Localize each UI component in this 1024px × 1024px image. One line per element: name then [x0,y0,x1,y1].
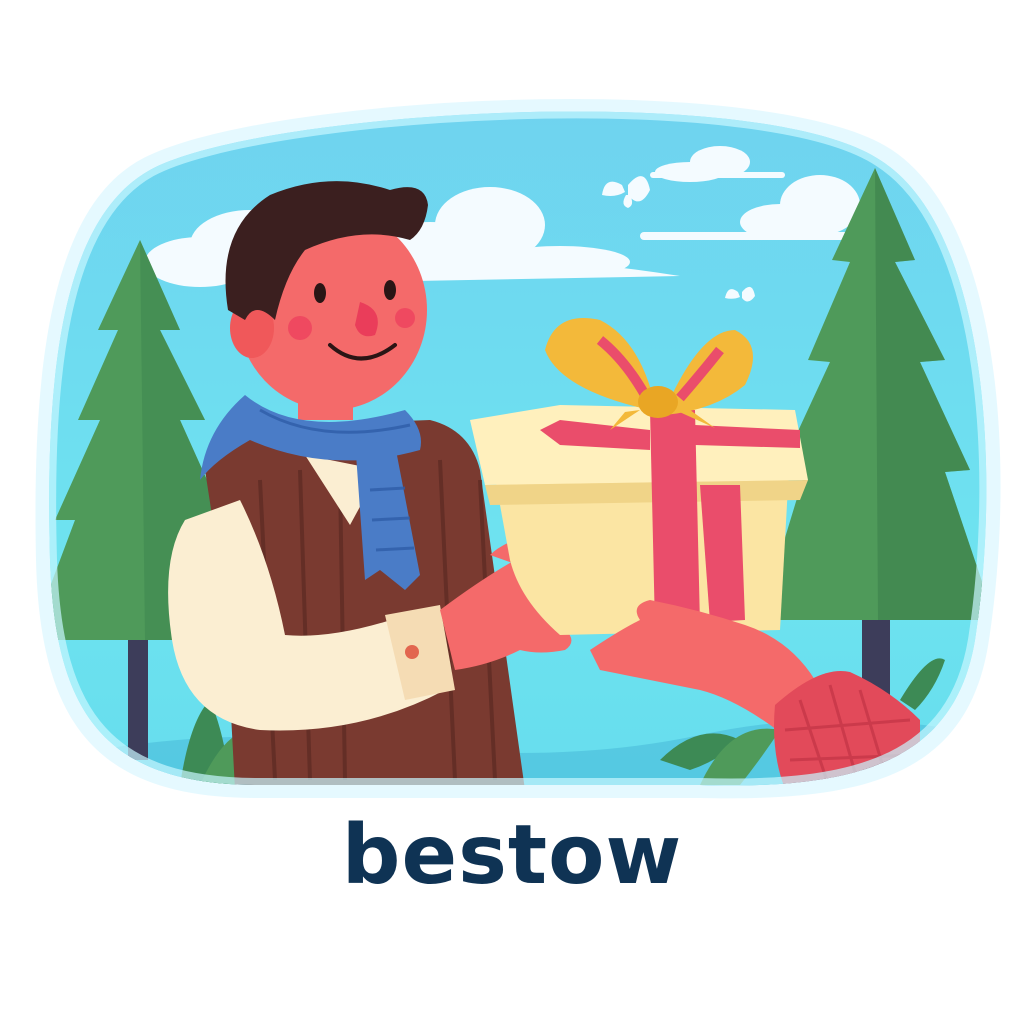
eye-left [314,283,326,303]
illustration-card: bestow [0,0,1024,1024]
cheek-right [395,308,415,328]
gift-ribbon-vertical [650,410,700,628]
cuff-button [405,645,419,659]
cheek-left [288,316,312,340]
caption-word: bestow [341,808,683,903]
eye-right [384,280,396,300]
